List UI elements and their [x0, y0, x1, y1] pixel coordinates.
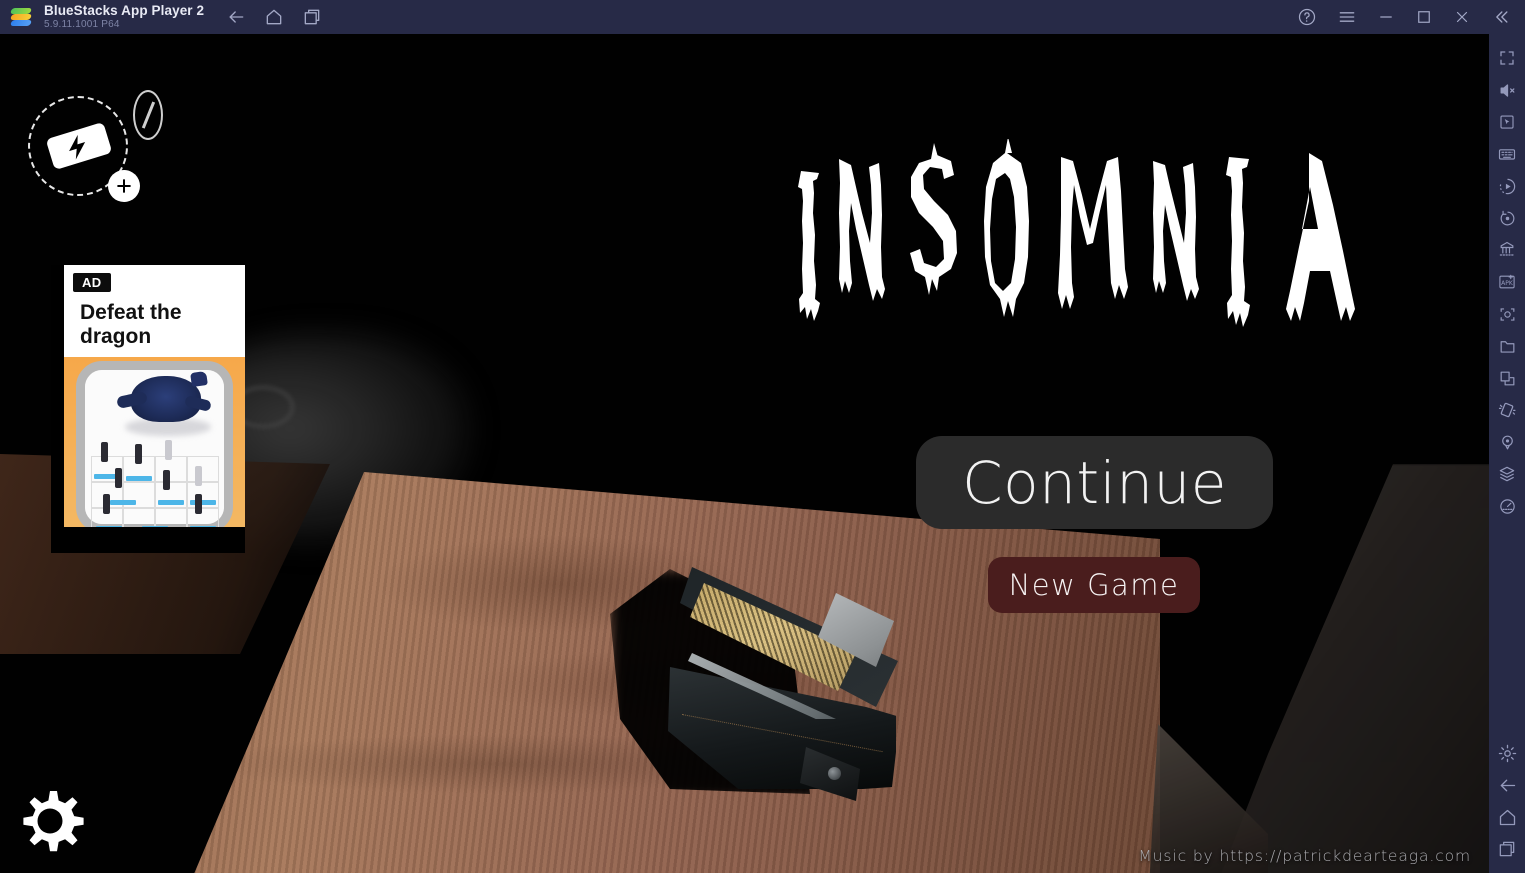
bluestacks-logo-icon [9, 6, 33, 28]
bluestacks-sidebar: APK [1489, 34, 1525, 873]
title-bar: BlueStacks App Player 2 5.9.11.1001 P64 [0, 0, 1525, 34]
title-block: BlueStacks App Player 2 5.9.11.1001 P64 [44, 2, 205, 31]
music-credit-text: Music by https://patrickdearteaga.com [1138, 847, 1471, 865]
sidebar-item-media-manager[interactable] [1489, 330, 1525, 362]
scene-vintage-radio [610, 539, 920, 804]
window-controls-group [1297, 7, 1511, 27]
plus-icon [114, 176, 134, 196]
sidebar-item-install-apk[interactable]: APK [1489, 266, 1525, 298]
android-viewport[interactable]: Continue New Game Music by https://patri… [0, 34, 1489, 873]
menu-button[interactable] [1337, 7, 1357, 27]
maximize-button[interactable] [1415, 8, 1433, 26]
ad-dragon-head [190, 370, 208, 388]
sidebar-item-fullscreen[interactable] [1489, 42, 1525, 74]
continue-button-label: Continue [962, 448, 1227, 517]
close-button[interactable] [1453, 8, 1471, 26]
sidebar-item-keyboard[interactable] [1489, 138, 1525, 170]
sidebar-item-location[interactable] [1489, 426, 1525, 458]
collapse-sidebar-button[interactable] [1491, 7, 1511, 27]
sidebar-item-performance[interactable] [1489, 490, 1525, 522]
sidebar-item-shake[interactable] [1489, 394, 1525, 426]
sidebar-item-mute[interactable] [1489, 74, 1525, 106]
minimize-button[interactable] [1377, 8, 1395, 26]
new-game-button-label: New Game [1008, 568, 1180, 602]
back-button[interactable] [226, 7, 246, 27]
sidebar-item-android-home[interactable] [1489, 801, 1525, 833]
app-title: BlueStacks App Player 2 [44, 2, 205, 18]
home-button[interactable] [264, 7, 284, 27]
ad-dragon [131, 370, 208, 422]
sidebar-top-group: APK [1489, 34, 1525, 522]
energy-ticket-icon [45, 122, 113, 170]
titlebar-nav-group [226, 7, 322, 27]
help-button[interactable] [1297, 7, 1317, 27]
svg-text:APK: APK [1501, 280, 1514, 287]
bluestacks-window: BlueStacks App Player 2 5.9.11.1001 P64 [0, 0, 1525, 873]
sidebar-item-copy-paste[interactable] [1489, 362, 1525, 394]
energy-plus-badge[interactable] [108, 170, 140, 202]
sidebar-item-android-back[interactable] [1489, 769, 1525, 801]
ad-badge: AD [73, 273, 111, 292]
ad-headline: Defeat the dragon [80, 301, 182, 348]
ad-creative-image [64, 357, 245, 527]
sidebar-item-eco-mode[interactable] [1489, 458, 1525, 490]
game-title-logo [785, 139, 1385, 379]
game-settings-button[interactable] [16, 787, 84, 855]
continue-button[interactable]: Continue [916, 436, 1273, 529]
sidebar-item-rotate[interactable] [1489, 202, 1525, 234]
ad-arena-floor [85, 370, 224, 527]
sidebar-item-multi-instance[interactable] [1489, 234, 1525, 266]
sidebar-item-settings[interactable] [1489, 737, 1525, 769]
insomnia-wordmark [798, 139, 1355, 327]
sidebar-item-macro[interactable] [1489, 170, 1525, 202]
ad-card[interactable]: AD Defeat the dragon [51, 265, 245, 553]
recent-apps-button[interactable] [302, 7, 322, 27]
sidebar-item-pointer[interactable] [1489, 106, 1525, 138]
new-game-button[interactable]: New Game [988, 557, 1200, 613]
sidebar-bottom-group [1489, 737, 1525, 873]
energy-count-zero-icon [133, 90, 163, 140]
sidebar-item-screenshot[interactable] [1489, 298, 1525, 330]
energy-widget[interactable] [28, 96, 140, 202]
gear-icon [23, 791, 84, 852]
ad-arena-frame [76, 361, 233, 527]
sidebar-item-android-recent[interactable] [1489, 833, 1525, 865]
app-version: 5.9.11.1001 P64 [44, 18, 120, 30]
ad-battle-grid [91, 440, 219, 527]
